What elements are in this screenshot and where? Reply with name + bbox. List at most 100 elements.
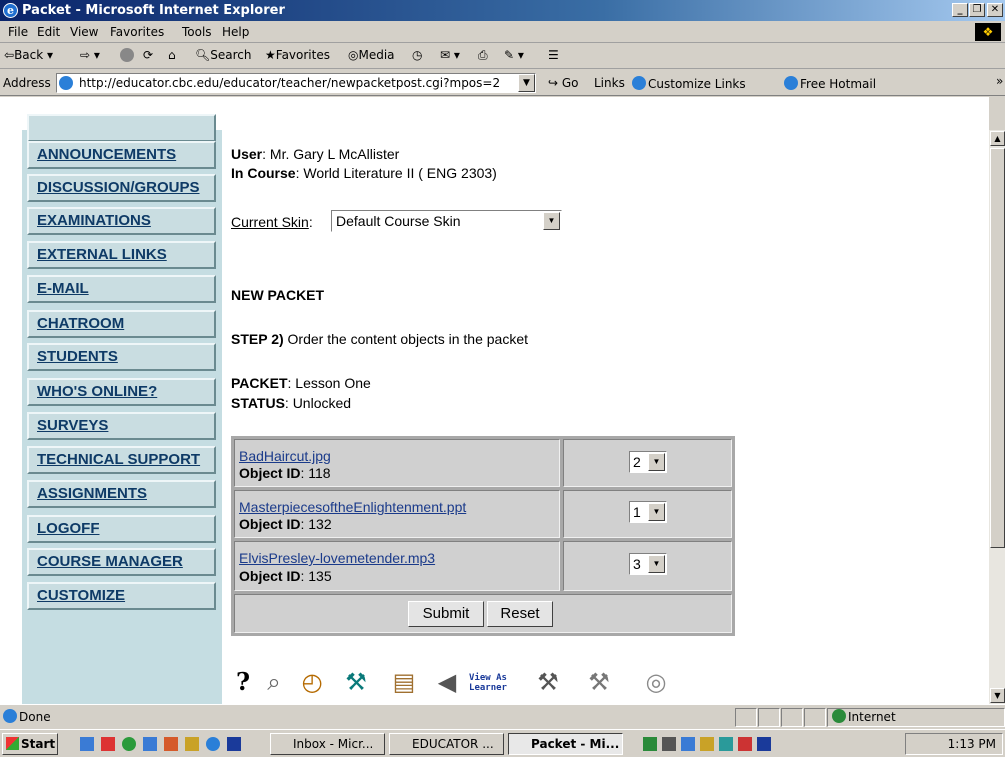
tray-icon[interactable] (643, 737, 657, 751)
internet-zone-icon (832, 709, 846, 723)
customize-links-link[interactable]: Customize Links (632, 76, 746, 91)
reset-button[interactable]: Reset (487, 601, 553, 627)
mail-button[interactable]: ✉ ▾ (440, 48, 460, 62)
sidebar-item-logoff[interactable]: LOGOFF (27, 515, 216, 543)
ie-quicklaunch-icon[interactable] (206, 737, 220, 751)
edit-button[interactable]: ✎ ▾ (504, 48, 524, 62)
calendar-icon[interactable]: ▤ (380, 664, 428, 700)
quicklaunch-icon[interactable] (164, 737, 178, 751)
menu-favorites[interactable]: Favorites (110, 25, 164, 39)
wheelbarrow-icon[interactable]: ⚒ (574, 664, 624, 700)
system-tray: 1:13 PM (905, 733, 1003, 755)
quicklaunch-icon[interactable] (143, 737, 157, 751)
page-heading: NEW PACKET (231, 287, 325, 303)
toolbox-icon[interactable]: ⚒ (334, 664, 378, 700)
tray-icon[interactable] (700, 737, 714, 751)
sidebar-item-discussion-groups[interactable]: DISCUSSION/GROUPS (27, 174, 216, 202)
menu-file[interactable]: File (8, 25, 28, 39)
task-educator[interactable]: EDUCATOR ... (389, 733, 504, 755)
stop-icon (120, 48, 134, 62)
tray-icon[interactable] (662, 737, 676, 751)
object-link[interactable]: ElvisPresley-lovemetender.mp3 (239, 550, 435, 566)
quicklaunch-icon[interactable] (185, 737, 199, 751)
object-link[interactable]: MasterpiecesoftheEnlightenment.ppt (239, 499, 466, 515)
sidebar-item-announcements[interactable]: ANNOUNCEMENTS (27, 141, 216, 169)
tools-icon[interactable]: ⚒ (526, 664, 570, 700)
scroll-thumb[interactable] (990, 148, 1005, 548)
menu-edit[interactable]: Edit (37, 25, 60, 39)
history-button[interactable]: ◷ (412, 48, 422, 62)
task-inbox[interactable]: Inbox - Micr... (270, 733, 385, 755)
windows-logo-icon (6, 737, 19, 750)
step-instruction: STEP 2) Order the content objects in the… (231, 331, 529, 347)
scroll-down-button[interactable]: ▼ (990, 688, 1005, 703)
go-button[interactable]: ↪ Go (548, 76, 579, 90)
tray-icon[interactable] (738, 737, 752, 751)
order-select[interactable]: 3 ▼ (629, 553, 667, 575)
quicklaunch-icon[interactable] (101, 737, 115, 751)
refresh-button[interactable]: ⟳ (143, 48, 153, 62)
discuss-button[interactable]: ☰ (548, 48, 559, 62)
close-button[interactable]: ✕ (987, 3, 1003, 17)
media-button[interactable]: ◎Media (348, 48, 395, 62)
order-select[interactable]: 2 ▼ (629, 451, 667, 473)
sidebar-item-course-manager[interactable]: COURSE MANAGER (27, 548, 216, 576)
status-line: STATUS: Unlocked (231, 395, 352, 411)
sidebar-item-surveys[interactable]: SURVEYS (27, 412, 216, 440)
search-button[interactable]: 🔍︎Search (195, 48, 251, 62)
sidebar-item-whos-online[interactable]: WHO'S ONLINE? (27, 378, 216, 406)
links-overflow-icon[interactable]: » (996, 74, 1003, 88)
restore-button[interactable]: ❐ (969, 3, 985, 17)
sidebar-item-chatroom[interactable]: CHATROOM (27, 310, 216, 338)
sidebar-item-technical-support[interactable]: TECHNICAL SUPPORT (27, 446, 216, 474)
help-icon[interactable]: ? (232, 664, 254, 700)
sidebar-item-hidden-top[interactable] (27, 114, 216, 142)
window-title-bar[interactable]: Packet - Microsoft Internet Explorer (0, 0, 1005, 21)
free-hotmail-link[interactable]: Free Hotmail (784, 76, 876, 91)
address-dropdown-button[interactable]: ▼ (518, 74, 535, 92)
menu-tools[interactable]: Tools (182, 25, 212, 39)
sidebar-item-examinations[interactable]: EXAMINATIONS (27, 207, 216, 235)
edit-icon: ✎ (504, 48, 515, 62)
globe-icon[interactable]: ◎ (636, 664, 676, 700)
magnifier-icon[interactable]: ⌕ (256, 664, 292, 700)
quicklaunch-icon[interactable] (122, 737, 136, 751)
minimize-button[interactable]: _ (952, 3, 968, 17)
sidebar-item-assignments[interactable]: ASSIGNMENTS (27, 480, 216, 508)
megaphone-icon[interactable]: ◀ (430, 664, 464, 700)
sidebar-item-customize[interactable]: CUSTOMIZE (27, 582, 216, 610)
tray-icon[interactable] (757, 737, 771, 751)
status-pane (758, 708, 780, 727)
ie-icon: e (3, 3, 18, 18)
task-packet[interactable]: Packet - Mi... (508, 733, 623, 755)
print-button[interactable]: ⎙ (478, 48, 488, 63)
back-button[interactable]: ⇦Back ▾ (4, 48, 53, 62)
clock[interactable]: 1:13 PM (948, 737, 996, 751)
tray-icon[interactable] (681, 737, 695, 751)
sidebar-item-students[interactable]: STUDENTS (27, 343, 216, 371)
menu-view[interactable]: View (70, 25, 98, 39)
stop-button[interactable] (120, 48, 136, 63)
address-bar: Address http://educator.cbc.edu/educator… (0, 70, 1005, 96)
table-row: MasterpiecesoftheEnlightenment.ppt Objec… (234, 490, 560, 538)
stopwatch-icon[interactable]: ◴ (294, 664, 330, 700)
favorites-button[interactable]: ★Favorites (265, 48, 330, 62)
scroll-up-button[interactable]: ▲ (990, 131, 1005, 146)
address-input[interactable]: http://educator.cbc.edu/educator/teacher… (56, 73, 536, 93)
skin-select[interactable]: Default Course Skin ▼ (331, 210, 562, 232)
menu-help[interactable]: Help (222, 25, 249, 39)
sidebar-item-email[interactable]: E-MAIL (27, 275, 216, 303)
view-as-learner-icon[interactable]: View As Learner (468, 664, 508, 709)
tray-icon[interactable] (719, 737, 733, 751)
home-button[interactable]: ⌂ (168, 48, 176, 62)
word-quicklaunch-icon[interactable] (227, 737, 241, 751)
sidebar-item-external-links[interactable]: EXTERNAL LINKS (27, 241, 216, 269)
quicklaunch-icon[interactable] (80, 737, 94, 751)
object-link[interactable]: BadHaircut.jpg (239, 448, 331, 464)
order-select[interactable]: 1 ▼ (629, 501, 667, 523)
submit-button[interactable]: Submit (408, 601, 484, 627)
course-sidebar: ANNOUNCEMENTS DISCUSSION/GROUPS EXAMINAT… (22, 114, 222, 704)
start-button[interactable]: Start (2, 733, 58, 755)
forward-button[interactable]: ⇨ ▾ (80, 48, 100, 62)
links-label[interactable]: Links (594, 76, 625, 90)
